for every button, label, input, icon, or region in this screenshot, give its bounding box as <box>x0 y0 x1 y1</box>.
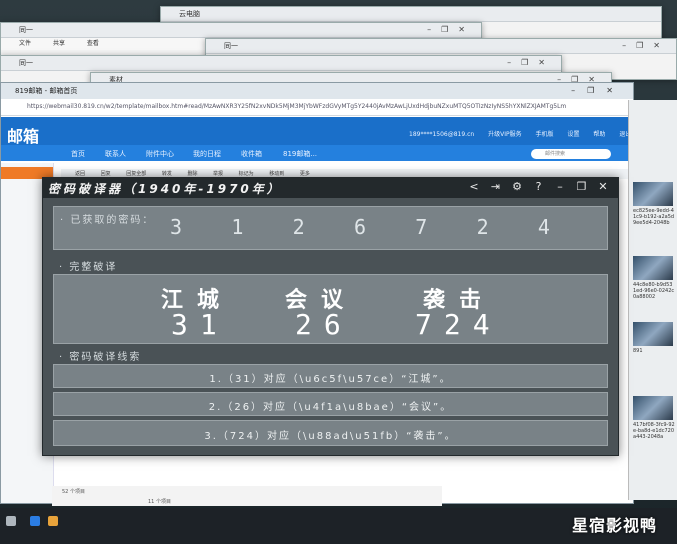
restore-icon[interactable]: ❐ <box>573 180 591 193</box>
decoded-code: 724 <box>415 308 502 341</box>
status-item-count-2: 11 个项目 <box>148 499 171 505</box>
password-digit: 1 <box>231 215 244 239</box>
clue-text: 3.（724）对应（\u88ad\u51fb）“袭击”。 <box>204 431 457 442</box>
edge-icon[interactable] <box>30 516 40 526</box>
folder-icon[interactable] <box>48 516 58 526</box>
tab-title: 819邮箱 - 邮箱首页 <box>15 87 78 95</box>
mail-logo[interactable]: 邮箱 <box>7 123 39 147</box>
decoded-code: 31 <box>171 308 229 341</box>
clue-text: 2.（26）对应（\u4f1a\u8bae）“会议”。 <box>208 402 453 413</box>
nav-calendar[interactable]: 我的日程 <box>193 149 221 159</box>
password-digit: 7 <box>415 215 428 239</box>
user-info: 189****1506@819.cn 升级VIP服务 手机版 设置 帮助 退出 <box>409 129 643 138</box>
password-digit: 2 <box>476 215 489 239</box>
nav-inbox[interactable]: 收件箱 <box>241 149 262 159</box>
address-bar[interactable]: https://webmail30.819.cn/w2/template/mai… <box>1 99 633 116</box>
logout-icon[interactable]: ⇥ <box>487 180 505 193</box>
window-title: 同一 <box>19 26 33 34</box>
mail-search-input[interactable]: 邮件搜索 <box>531 149 611 159</box>
file-thumbnail[interactable] <box>633 256 673 280</box>
file-name: 44c8e80-b9d531ed-96e0-0242c0a88002 <box>633 282 675 300</box>
password-digits: 3 1 2 6 7 2 4 <box>170 215 550 239</box>
ribbon-tab-view[interactable]: 查看 <box>87 40 99 47</box>
file-name: 417bf08-3fc9-92e-ba8d-e1dc720a443-2048a <box>633 422 675 440</box>
nav-contacts[interactable]: 联系人 <box>105 149 126 159</box>
clue-text: 1.（31）对应（\u6c5f\u57ce）“江城”。 <box>209 374 452 385</box>
ribbon-tab-file[interactable]: 文件 <box>19 40 31 47</box>
window-title: 同一 <box>224 42 238 50</box>
link-mobile[interactable]: 手机版 <box>536 131 554 138</box>
password-digit: 3 <box>170 215 183 239</box>
minimize-to-tray-icon[interactable]: < <box>465 180 483 193</box>
file-thumbnail[interactable] <box>633 182 673 206</box>
status-item-count-1: 52 个项目 <box>62 489 85 495</box>
decoded-code: 26 <box>295 308 353 341</box>
password-digit: 6 <box>353 215 366 239</box>
file-name: 891 <box>633 348 643 354</box>
window-controls[interactable]: –❐✕ <box>427 23 475 37</box>
complete-decode-label: · 完整破译 <box>59 262 118 273</box>
window-controls[interactable]: –❐✕ <box>622 39 670 53</box>
browser-window-controls[interactable]: –❐✕ <box>571 83 625 99</box>
password-digit: 4 <box>537 215 550 239</box>
window-controls[interactable]: –❐✕ <box>507 56 555 70</box>
video-watermark: 星宿影视鸭 <box>572 516 658 535</box>
password-digit: 2 <box>292 215 305 239</box>
obtained-password-panel: · 已获取的密码： 3 1 2 6 7 2 4 <box>53 206 608 250</box>
user-account[interactable]: 189****1506@819.cn <box>409 131 474 138</box>
clues-label: · 密码破译线索 <box>59 352 142 363</box>
file-thumbnail[interactable] <box>633 396 673 420</box>
decoder-title-bar[interactable]: 密码破译器（1940年-1970年） < ⇥ ⚙ ? – ❐ ✕ <box>43 178 618 198</box>
file-name: ec825ee-9edd-41c9-b192-a2a5d9ee5d4-2048b <box>633 208 675 226</box>
gear-icon[interactable]: ⚙ <box>508 180 526 193</box>
nav-home[interactable]: 首页 <box>71 149 85 159</box>
decoder-window[interactable]: 密码破译器（1940年-1970年） < ⇥ ⚙ ? – ❐ ✕ · 已获取的密… <box>42 177 619 456</box>
file-thumbnail[interactable] <box>633 322 673 346</box>
link-help[interactable]: 帮助 <box>593 131 605 138</box>
obtained-label: · 已获取的密码： <box>60 215 155 226</box>
nav-current-mail[interactable]: 819邮箱... <box>283 149 317 159</box>
decoder-title-icons: < ⇥ ⚙ ? – ❐ ✕ <box>465 180 612 193</box>
nav-attachments[interactable]: 附件中心 <box>146 149 174 159</box>
decoder-title: 密码破译器（1940年-1970年） <box>48 182 282 196</box>
window-title: 同一 <box>19 59 33 67</box>
help-icon[interactable]: ? <box>530 180 548 193</box>
minimize-icon[interactable]: – <box>551 180 569 193</box>
right-file-panel: ec825ee-9edd-41c9-b192-a2a5d9ee5d4-2048b… <box>628 100 677 500</box>
browser-tab[interactable]: 819邮箱 - 邮箱首页 –❐✕ <box>1 83 633 99</box>
start-icon[interactable] <box>6 516 16 526</box>
link-upgrade-vip[interactable]: 升级VIP服务 <box>488 131 522 138</box>
close-icon[interactable]: ✕ <box>594 180 612 193</box>
link-settings[interactable]: 设置 <box>567 131 579 138</box>
ribbon-tab-share[interactable]: 共享 <box>53 40 65 47</box>
explorer-status: 52 个项目 11 个项目 <box>52 486 442 506</box>
window-title: 云电脑 <box>161 7 661 22</box>
